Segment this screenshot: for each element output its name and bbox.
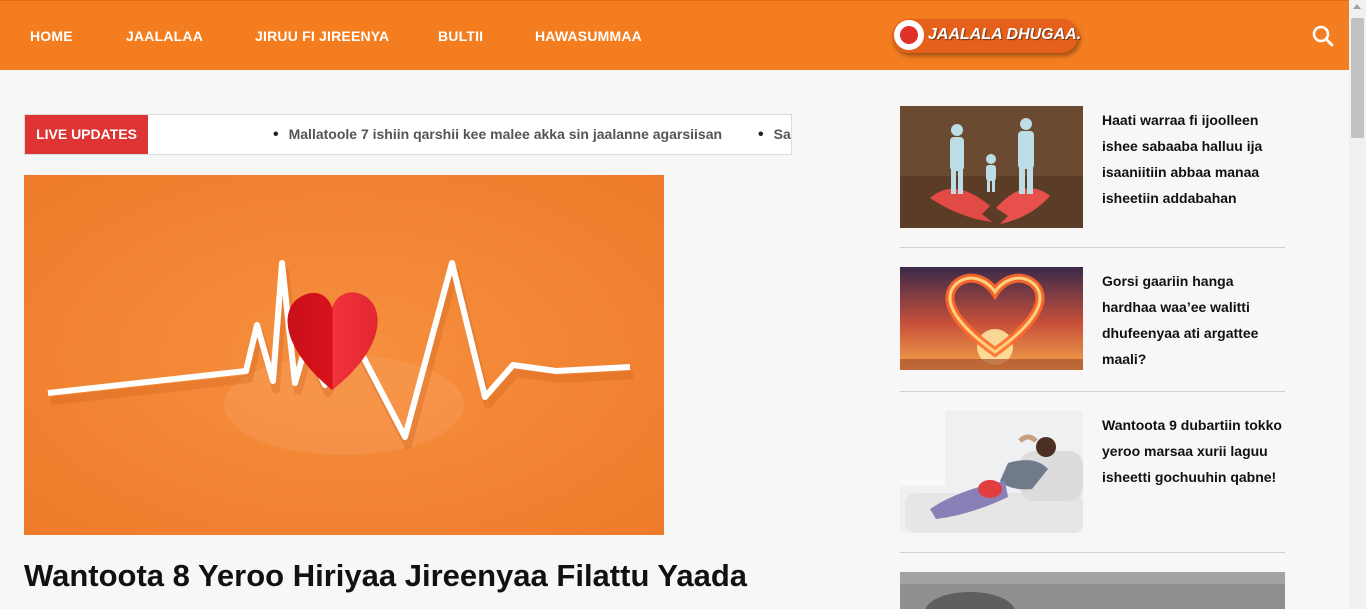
logo-text: JAALALA DHUGAA. [928, 26, 1082, 43]
site-logo[interactable]: JAALALA DHUGAA. [892, 17, 1082, 55]
heartbeat-heart-illustration [24, 175, 664, 535]
woman-hot-water-bottle [900, 411, 1083, 533]
divider [900, 552, 1285, 553]
sidebar-article-title[interactable]: Gorsi gaariin hanga hardhaa waa’ee walit… [1102, 268, 1282, 372]
divider [900, 391, 1285, 392]
fire-heart-sunset [900, 267, 1083, 370]
logo-emblem [894, 20, 924, 50]
sidebar-article-title[interactable]: Wantoota 9 dubartiin tokko yeroo marsaa … [1102, 412, 1282, 490]
paper-family-broken-heart [900, 106, 1083, 228]
featured-article-title[interactable]: Wantoota 8 Yeroo Hiriyaa Jireenyaa Filat… [24, 558, 747, 594]
featured-article-image[interactable] [24, 175, 664, 535]
sidebar-article[interactable] [900, 572, 1285, 609]
nav-home[interactable]: HOME [30, 28, 73, 44]
page-scrollbar[interactable] [1349, 0, 1366, 609]
sidebar-article[interactable]: Wantoota 9 dubartiin tokko yeroo marsaa … [900, 411, 1285, 533]
top-navbar: HOME JAALALAA JIRUU FI JIREENYA BULTII H… [0, 0, 1349, 70]
nav-bultii[interactable]: BULTII [438, 28, 483, 44]
scroll-thumb[interactable] [1351, 18, 1364, 138]
divider [900, 247, 1285, 248]
sidebar-article[interactable]: Gorsi gaariin hanga hardhaa waa’ee walit… [900, 267, 1285, 370]
ticker-item[interactable]: Sa [758, 115, 791, 154]
live-updates-ticker: LIVE UPDATES Mallatoole 7 ishiin qarshii… [24, 114, 792, 155]
article-thumbnail[interactable] [900, 267, 1083, 370]
live-updates-label: LIVE UPDATES [25, 115, 148, 154]
scroll-up-arrow-icon[interactable] [1353, 4, 1361, 9]
ticker-item[interactable]: Mallatoole 7 ishiin qarshii kee malee ak… [273, 115, 722, 154]
article-thumbnail[interactable] [900, 572, 1285, 609]
nav-hawasummaa[interactable]: HAWASUMMAA [535, 28, 642, 44]
search-icon[interactable] [1312, 25, 1334, 47]
sidebar-article[interactable]: Haati warraa fi ijoolleen ishee sabaaba … [900, 106, 1285, 228]
article-thumbnail[interactable] [900, 106, 1083, 228]
sidebar-article-title[interactable]: Haati warraa fi ijoolleen ishee sabaaba … [1102, 107, 1282, 211]
gray-photo-partial [900, 572, 1285, 609]
nav-jaalalaa[interactable]: JAALALAA [126, 28, 203, 44]
article-thumbnail[interactable] [900, 411, 1083, 533]
nav-jiruu-fi-jireenya[interactable]: JIRUU FI JIREENYA [255, 28, 389, 44]
